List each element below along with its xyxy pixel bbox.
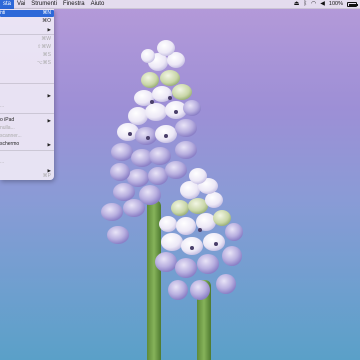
menu-item-shortcut: ⌥⌘S — [36, 60, 51, 66]
menu-item-screenshot[interactable]: schermo ▶ — [0, 141, 54, 148]
submenu-arrow-icon: ▶ — [47, 118, 51, 123]
menu-item-export-pdf[interactable]: ... — [0, 103, 54, 110]
menu-item-label: ... — [0, 103, 5, 109]
menu-item-shortcut: ⇧⌘W — [37, 44, 51, 50]
menu-item-open-recent[interactable]: ▶ — [0, 26, 54, 33]
menu-separator — [0, 34, 54, 35]
battery-icon[interactable] — [347, 2, 358, 7]
status-area: ⏏ ᛒ ◠ ◀ 100% — [294, 0, 358, 9]
volume-icon[interactable]: ◀ — [320, 0, 325, 9]
menu-item-label: o iPad — [0, 117, 15, 123]
menu-item-shortcut: ⌘P — [42, 173, 51, 179]
battery-percent: 100% — [328, 1, 343, 7]
menu-separator — [0, 83, 54, 84]
menu-item-shortcut: ⌘S — [42, 52, 51, 58]
menu-item-label: schermo — [0, 141, 20, 147]
menu-item-new[interactable]: nti ⌘N — [0, 10, 54, 17]
menu-item-open[interactable]: ⌘O — [0, 18, 54, 25]
bluetooth-icon[interactable]: ᛒ — [303, 0, 307, 9]
menu-item-print[interactable]: ⌘P — [0, 173, 54, 180]
menu-item-shortcut: ⌘O — [42, 18, 51, 24]
file-menu-dropdown: nti ⌘N ⌘O ▶ ⌘W ⇧⌘W ⌘S ⌥⌘S ▶ ... o iPad ▶… — [0, 9, 54, 180]
menu-item-export[interactable]: ▶ — [0, 92, 54, 99]
menu-item-label: nti — [0, 10, 6, 16]
menu-item-duplicate[interactable]: ⌥⌘S — [0, 60, 54, 67]
submenu-arrow-icon: ▶ — [47, 142, 51, 147]
submenu-arrow-icon: ▶ — [47, 27, 51, 32]
wifi-icon[interactable]: ◠ — [311, 0, 316, 9]
menu-strumenti[interactable]: Strumenti — [28, 0, 60, 9]
flower-cluster-right — [155, 168, 243, 300]
menu-item-label: nulla... — [0, 125, 15, 131]
menu-item-save[interactable]: ⌘S — [0, 52, 54, 59]
menu-separator — [0, 113, 54, 114]
submenu-arrow-icon: ▶ — [47, 93, 51, 98]
menu-item-shortcut: ⌘W — [41, 36, 51, 42]
menu-separator — [0, 150, 54, 151]
menu-item-close-all[interactable]: ⇧⌘W — [0, 44, 54, 51]
menu-bar: sta Vai Strumenti Finestra Aiuto ⏏ ᛒ ◠ ◀… — [0, 0, 360, 9]
menu-item-page-setup[interactable]: ... — [0, 159, 54, 166]
menu-item-label: ... — [0, 159, 5, 165]
menu-finestra[interactable]: Finestra — [60, 0, 88, 9]
menu-archivio[interactable]: sta — [0, 0, 15, 9]
menu-vai[interactable]: Vai — [14, 0, 28, 9]
menu-item-import-camera[interactable]: nulla... — [0, 125, 54, 132]
menu-item-import-iphone-ipad[interactable]: o iPad ▶ — [0, 117, 54, 124]
menu-item-import-scanner[interactable]: scanner... — [0, 133, 54, 140]
eject-icon[interactable]: ⏏ — [294, 0, 300, 9]
stem-left — [147, 200, 161, 360]
menu-item-shortcut: ⌘N — [42, 10, 51, 16]
menu-item-label: scanner... — [0, 133, 22, 139]
menu-aiuto[interactable]: Aiuto — [88, 0, 108, 9]
menu-item-close[interactable]: ⌘W — [0, 36, 54, 43]
wallpaper-grape-hyacinth — [101, 40, 243, 360]
